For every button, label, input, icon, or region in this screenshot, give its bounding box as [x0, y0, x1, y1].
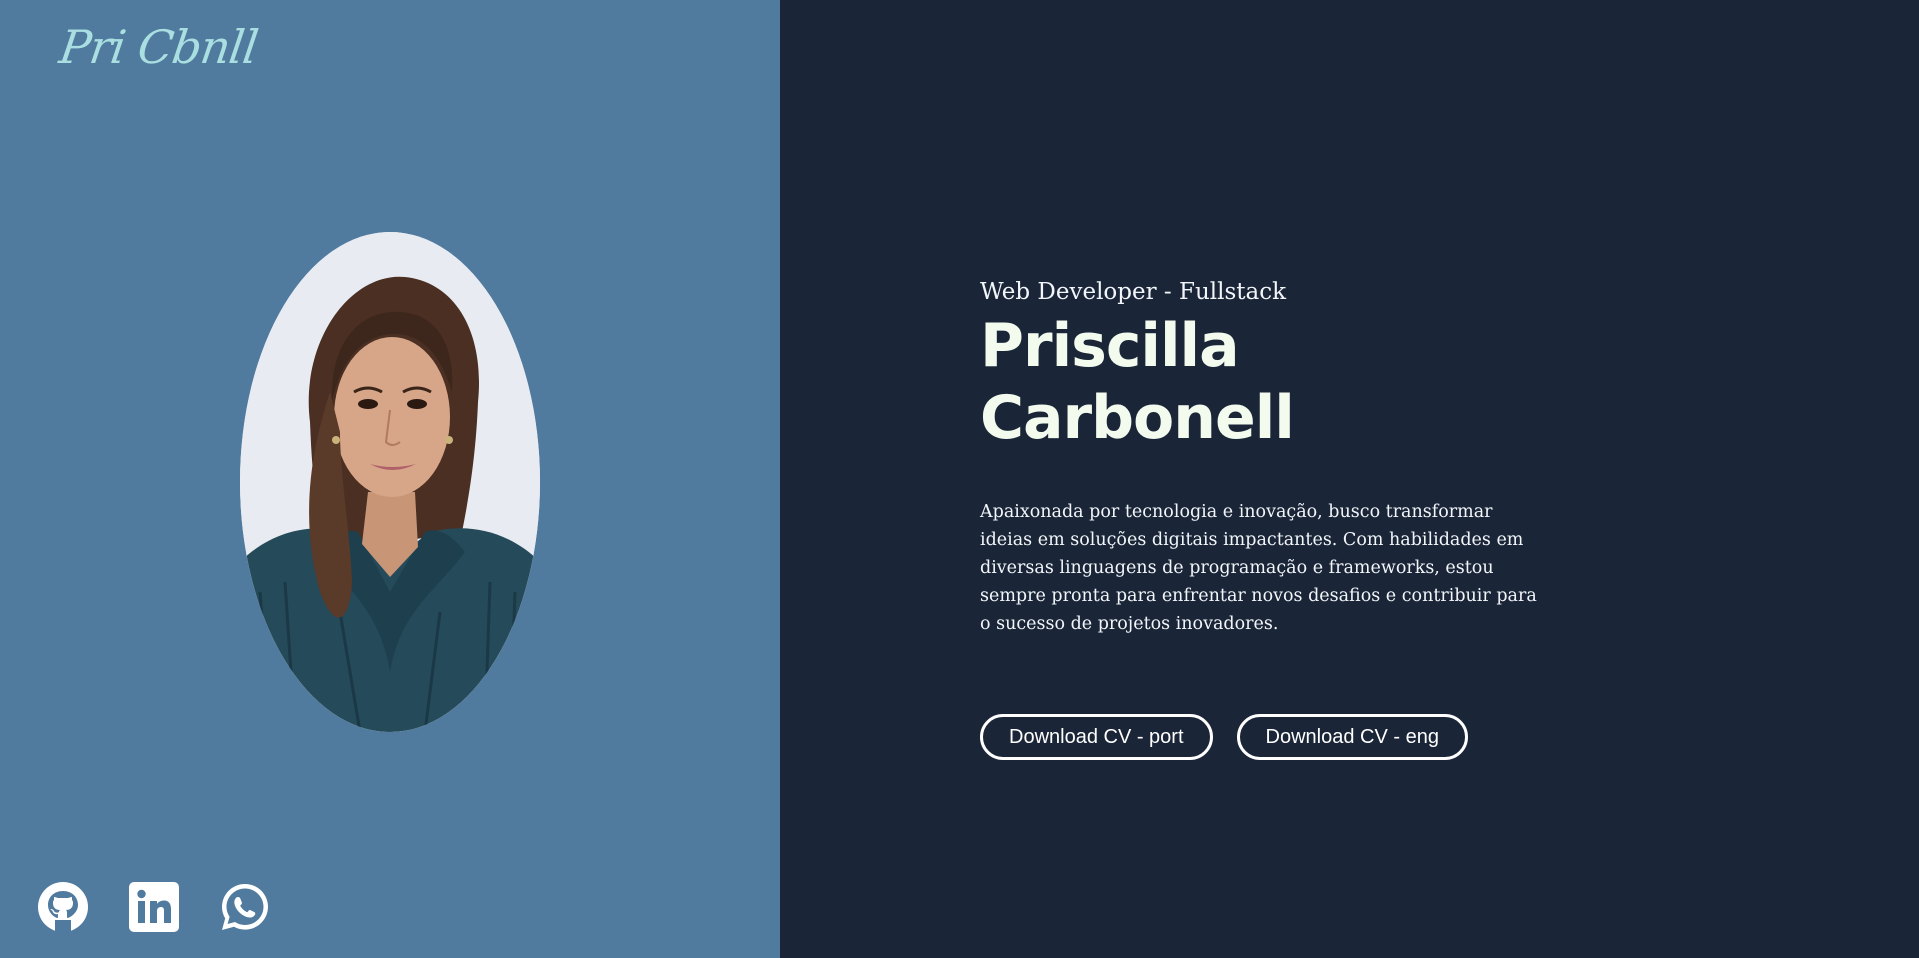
- github-link[interactable]: [38, 882, 88, 932]
- profile-photo: [240, 232, 540, 732]
- linkedin-icon: [129, 882, 179, 932]
- download-cv-eng-button[interactable]: Download CV - eng: [1236, 714, 1468, 760]
- person-name: Priscilla Carbonell: [980, 311, 1295, 453]
- hero-section: Web Developer - Fullstack Priscilla Carb…: [980, 276, 1550, 760]
- linkedin-link[interactable]: [129, 882, 179, 932]
- logo[interactable]: Pri Cbnll: [56, 20, 261, 74]
- cv-buttons: Download CV - port Download CV - eng: [980, 714, 1550, 760]
- job-title: Web Developer - Fullstack: [980, 279, 1287, 305]
- left-panel: Pri Cbnll: [0, 0, 780, 958]
- social-links: [38, 882, 270, 932]
- download-cv-port-button[interactable]: Download CV - port: [980, 714, 1213, 760]
- github-icon: [38, 882, 88, 932]
- right-panel: Web Developer - Fullstack Priscilla Carb…: [780, 0, 1919, 958]
- whatsapp-link[interactable]: [220, 882, 270, 932]
- portrait-illustration: [240, 232, 540, 732]
- bio-text: Apaixonada por tecnologia e inovação, bu…: [980, 502, 1537, 634]
- whatsapp-icon: [222, 884, 268, 930]
